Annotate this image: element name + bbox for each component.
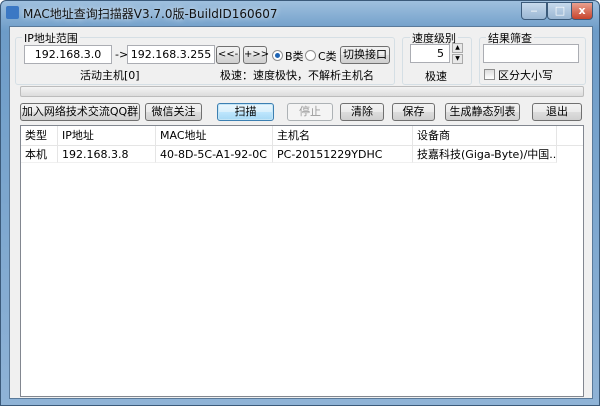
ip-end-input[interactable]: 192.168.3.255 (127, 45, 215, 64)
exit-button[interactable]: 退出 (532, 103, 582, 121)
cell-vendor: 技嘉科技(Giga-Byte)/中国... (413, 146, 557, 163)
scan-button[interactable]: 扫描 (217, 103, 274, 121)
spin-down-icon[interactable]: ▼ (452, 54, 463, 64)
window-title: MAC地址查询扫描器V3.7.0版-BuildID160607 (23, 7, 278, 21)
column-header-mac[interactable]: MAC地址 (156, 126, 273, 146)
column-header-hostname[interactable]: 主机名 (273, 126, 413, 146)
cell-hostname: PC-20151229YDHC (273, 146, 413, 163)
prev-range-button[interactable]: <<- (216, 46, 240, 64)
column-header-ip[interactable]: IP地址 (58, 126, 156, 146)
case-sensitive-label: 区分大小写 (498, 69, 553, 82)
case-sensitive-checkbox[interactable] (484, 69, 495, 80)
speed-level-input[interactable]: 5 (410, 44, 450, 63)
speed-description: 极速：速度极快，不解析主机名 (220, 69, 374, 82)
filter-input[interactable] (483, 44, 579, 63)
minimize-button[interactable]: ‒ (521, 2, 547, 20)
client-area: IP地址范围 192.168.3.0 -> 192.168.3.255 <<- … (9, 26, 593, 399)
class-c-label: C类 (318, 50, 337, 63)
ip-start-input[interactable]: 192.168.3.0 (24, 45, 112, 64)
class-b-label: B类 (285, 50, 304, 63)
active-hosts-count: 活动主机[0] (80, 69, 140, 82)
network-app-icon (6, 6, 19, 19)
stop-button[interactable]: 停止 (287, 103, 333, 121)
class-b-radio[interactable] (272, 50, 283, 61)
clear-button[interactable]: 清除 (340, 103, 384, 121)
maximize-button[interactable]: □ (547, 2, 573, 20)
results-table[interactable]: 类型 IP地址 MAC地址 主机名 设备商 本机 192.168.3.8 40-… (20, 125, 584, 397)
column-header-filler (557, 126, 583, 146)
cell-mac: 40-8D-5C-A1-92-0C (156, 146, 273, 163)
wechat-follow-button[interactable]: 微信关注 (145, 103, 202, 121)
scan-progress-bar (20, 86, 584, 97)
spin-up-icon[interactable]: ▲ (452, 43, 463, 53)
cell-type: 本机 (21, 146, 58, 163)
join-qq-group-button[interactable]: 加入网络技术交流QQ群 (20, 103, 140, 121)
close-button[interactable]: x (571, 2, 593, 20)
speed-mode-label: 极速 (425, 70, 447, 83)
save-button[interactable]: 保存 (392, 103, 435, 121)
column-header-vendor[interactable]: 设备商 (413, 126, 557, 146)
ip-range-label: IP地址范围 (22, 30, 80, 46)
column-header-type[interactable]: 类型 (21, 126, 58, 146)
switch-interface-button[interactable]: 切换接口 (340, 46, 390, 64)
class-c-radio[interactable] (305, 50, 316, 61)
app-window: MAC地址查询扫描器V3.7.0版-BuildID160607 ‒ □ x IP… (0, 0, 600, 406)
generate-static-list-button[interactable]: 生成静态列表 (445, 103, 520, 121)
cell-ip: 192.168.3.8 (58, 146, 156, 163)
next-range-button[interactable]: +>> (243, 46, 269, 64)
